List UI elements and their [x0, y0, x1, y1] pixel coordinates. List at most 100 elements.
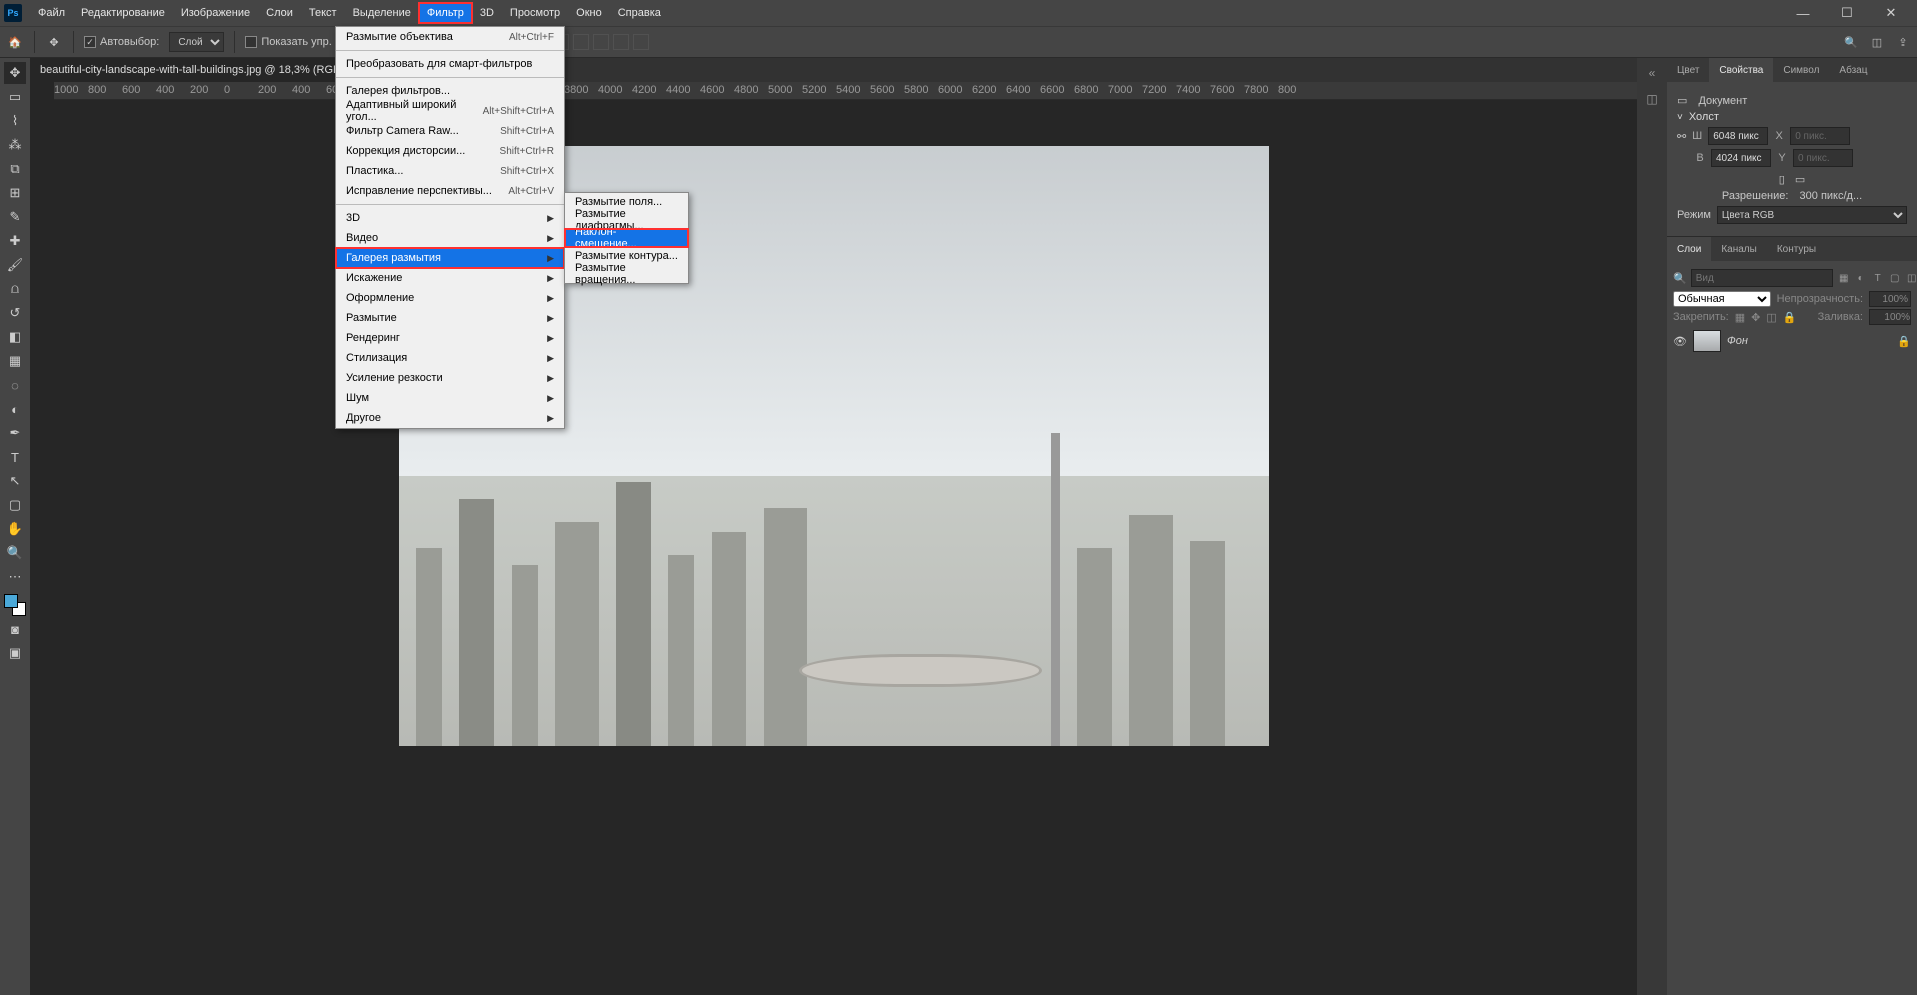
screenmode-tool[interactable]: ▣ [4, 642, 26, 664]
stamp-tool[interactable]: ⩍ [4, 278, 26, 300]
lock-position-icon[interactable]: ✥ [1751, 311, 1760, 324]
dodge-tool[interactable]: ◐ [4, 398, 26, 420]
tab-Цвет[interactable]: Цвет [1667, 58, 1709, 82]
zoom-tool[interactable]: 🔍 [4, 542, 26, 564]
filter-icon[interactable]: T [1871, 271, 1885, 285]
menu-item[interactable]: Размытие объективаAlt+Ctrl+F [336, 27, 564, 47]
layer-search-input[interactable] [1691, 269, 1833, 287]
menu-item[interactable]: Пластика...Shift+Ctrl+X [336, 161, 564, 181]
toolbar-more[interactable]: ⋯ [4, 566, 26, 588]
menu-item[interactable]: Усиление резкости▶ [336, 368, 564, 388]
autoselect-checkbox[interactable]: ✓Автовыбор: [84, 36, 159, 48]
menu-item[interactable]: Преобразовать для смарт-фильтров [336, 54, 564, 74]
submenu-item[interactable]: Размытие вращения... [565, 265, 688, 283]
height-input[interactable] [1711, 149, 1771, 167]
menu-item[interactable]: Видео▶ [336, 228, 564, 248]
menu-item[interactable]: Адаптивный широкий угол...Alt+Shift+Ctrl… [336, 101, 564, 121]
menu-item[interactable]: Искажение▶ [336, 268, 564, 288]
canvas-section[interactable]: Холст [1677, 111, 1907, 123]
menu-просмотр[interactable]: Просмотр [502, 3, 568, 23]
marquee-tool[interactable]: ▭ [4, 86, 26, 108]
fill-input[interactable] [1869, 309, 1911, 325]
lock-all-icon[interactable]: 🔒 [1783, 311, 1797, 324]
crop-tool[interactable]: ⧉ [4, 158, 26, 180]
distribute-icon[interactable] [633, 34, 649, 50]
menu-слои[interactable]: Слои [258, 3, 301, 23]
filter-icon[interactable]: ▢ [1888, 271, 1902, 285]
close-button[interactable]: ✕ [1869, 0, 1913, 26]
history-brush-tool[interactable]: ↺ [4, 302, 26, 324]
width-input[interactable] [1708, 127, 1768, 145]
menu-item[interactable]: Коррекция дисторсии...Shift+Ctrl+R [336, 141, 564, 161]
minimize-button[interactable]: — [1781, 0, 1825, 26]
menu-item[interactable]: Рендеринг▶ [336, 328, 564, 348]
menu-item[interactable]: Исправление перспективы...Alt+Ctrl+V [336, 181, 564, 201]
menu-item[interactable]: Галерея фильтров... [336, 81, 564, 101]
menu-файл[interactable]: Файл [30, 3, 73, 23]
frame-tool[interactable]: ⊞ [4, 182, 26, 204]
eraser-tool[interactable]: ◧ [4, 326, 26, 348]
menu-справка[interactable]: Справка [610, 3, 669, 23]
hand-tool[interactable]: ✋ [4, 518, 26, 540]
tab-Слои[interactable]: Слои [1667, 237, 1711, 261]
menu-item[interactable]: Размытие▶ [336, 308, 564, 328]
layer-name[interactable]: Фон [1727, 335, 1891, 347]
menu-окно[interactable]: Окно [568, 3, 610, 23]
layer-thumbnail[interactable] [1693, 330, 1721, 352]
tab-Абзац[interactable]: Абзац [1829, 58, 1877, 82]
healing-tool[interactable]: ✚ [4, 230, 26, 252]
menu-item[interactable]: Стилизация▶ [336, 348, 564, 368]
filter-icon[interactable]: ◫ [1905, 271, 1917, 285]
visibility-icon[interactable]: 👁 [1673, 335, 1687, 348]
autoselect-target-select[interactable]: Слой [169, 32, 224, 52]
blend-mode-select[interactable]: Обычная [1673, 291, 1771, 307]
menu-редактирование[interactable]: Редактирование [73, 3, 173, 23]
menu-фильтр[interactable]: Фильтр [419, 3, 472, 23]
menu-item[interactable]: Фильтр Camera Raw...Shift+Ctrl+A [336, 121, 564, 141]
menu-выделение[interactable]: Выделение [345, 3, 419, 23]
y-input[interactable] [1793, 149, 1853, 167]
maximize-button[interactable]: ☐ [1825, 0, 1869, 26]
text-tool[interactable]: T [4, 446, 26, 468]
lock-artboard-icon[interactable]: ◫ [1766, 311, 1776, 324]
move-tool-icon[interactable]: ✥ [45, 33, 63, 51]
menu-item[interactable]: Другое▶ [336, 408, 564, 428]
link-icon[interactable]: ⚯ [1677, 130, 1686, 143]
filter-icon[interactable]: ▦ [1837, 271, 1851, 285]
shape-tool[interactable]: ▢ [4, 494, 26, 516]
menu-изображение[interactable]: Изображение [173, 3, 258, 23]
gradient-tool[interactable]: ▦ [4, 350, 26, 372]
orient-landscape-icon[interactable]: ▭ [1795, 173, 1805, 186]
tab-Свойства[interactable]: Свойства [1709, 58, 1773, 82]
pen-tool[interactable]: ✒ [4, 422, 26, 444]
x-input[interactable] [1790, 127, 1850, 145]
lock-pixels-icon[interactable]: ▦ [1735, 311, 1745, 324]
menu-item[interactable]: Шум▶ [336, 388, 564, 408]
move-tool[interactable]: ✥ [4, 62, 26, 84]
tab-Контуры[interactable]: Контуры [1767, 237, 1826, 261]
eyedropper-tool[interactable]: ✎ [4, 206, 26, 228]
filter-icon[interactable]: ◐ [1854, 271, 1868, 285]
submenu-item[interactable]: Наклон-смещение... [565, 229, 688, 247]
path-tool[interactable]: ↖ [4, 470, 26, 492]
wand-tool[interactable]: ⁂ [4, 134, 26, 156]
document-tab[interactable]: beautiful-city-landscape-with-tall-build… [30, 58, 386, 82]
distribute-icon[interactable] [613, 34, 629, 50]
panel-icon[interactable]: ◫ [1643, 90, 1661, 108]
color-swatch[interactable] [4, 594, 26, 616]
share-icon[interactable]: ⇪ [1895, 34, 1911, 50]
tab-Символ[interactable]: Символ [1773, 58, 1829, 82]
blur-tool[interactable]: ◌ [4, 374, 26, 396]
workspace-icon[interactable]: ◫ [1869, 34, 1885, 50]
mode-select[interactable]: Цвета RGB [1717, 206, 1907, 224]
distribute-icon[interactable] [593, 34, 609, 50]
distribute-icon[interactable] [573, 34, 589, 50]
menu-item[interactable]: Оформление▶ [336, 288, 564, 308]
brush-tool[interactable]: 🖌 [4, 254, 26, 276]
menu-текст[interactable]: Текст [301, 3, 345, 23]
menu-item[interactable]: Галерея размытия▶ [336, 248, 564, 268]
home-icon[interactable]: 🏠 [6, 33, 24, 51]
tab-Каналы[interactable]: Каналы [1711, 237, 1767, 261]
quickmask-tool[interactable]: ◙ [4, 618, 26, 640]
orient-portrait-icon[interactable]: ▯ [1779, 173, 1785, 186]
